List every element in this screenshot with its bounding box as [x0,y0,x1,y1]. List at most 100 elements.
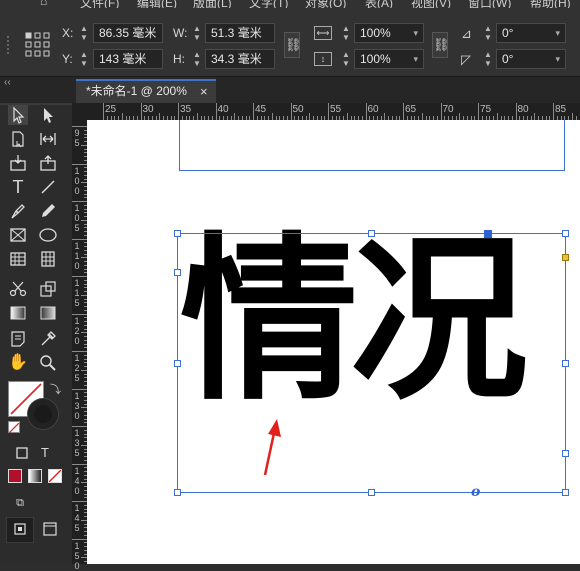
shear-dropdown-icon[interactable]: ▾ [555,50,560,68]
free-transform-tool-icon[interactable] [38,279,58,299]
handle-top-left[interactable] [174,230,181,237]
scale-x-icon: ⟷ [314,26,332,40]
x-label: X: [62,26,74,40]
eyedropper-tool-icon[interactable] [38,329,58,349]
upper-text-frame[interactable] [179,120,565,171]
page-tool-icon[interactable] [8,129,28,149]
menu-file[interactable]: 文件(F) [80,0,119,8]
ruler-h-label: 55 [330,104,342,115]
constrain-proportions-link-icon[interactable]: ⛓ [284,32,302,58]
ruler-h-tick [290,103,292,120]
ruler-h-tick [496,113,498,120]
scale-x-stepper-icon[interactable]: ▲ ▼ [340,24,352,44]
line-tool-icon[interactable] [38,177,58,197]
screen-mode-normal-button[interactable] [6,517,34,543]
content-collector-tool-icon[interactable] [8,153,28,173]
ruler-h-tick [234,113,236,120]
rotate-dropdown-icon[interactable]: ▾ [555,24,560,42]
h-field[interactable]: 34.3 毫米 [205,49,275,69]
h-stepper-icon[interactable]: ▲ ▼ [191,50,203,70]
hand-tool-icon[interactable]: ✋ [8,353,28,373]
apply-gradient-icon[interactable] [28,469,42,483]
menu-layout[interactable]: 版面(L) [193,0,232,8]
direct-selection-tool-icon[interactable] [38,105,58,125]
default-fill-stroke-icon[interactable] [8,421,20,434]
handle-bottom-right[interactable] [562,489,569,496]
panel-grip[interactable] [7,36,13,54]
apply-none-icon[interactable] [48,469,62,483]
ruler-v-label: 145 [74,503,80,533]
selection-tool-icon[interactable] [8,105,28,125]
formatting-text-icon[interactable]: T [35,443,55,463]
gradient-swatch-tool-icon[interactable] [8,303,28,323]
pencil-tool-icon[interactable] [38,201,58,221]
ruler-v-label: 130 [74,390,80,421]
scissors-tool-icon[interactable] [8,279,28,299]
scale-y-stepper-icon[interactable]: ▲ ▼ [340,50,352,70]
rectangle-frame-tool-icon[interactable] [8,225,28,245]
gap-tool-icon[interactable] [38,129,58,149]
ruler-h-tick [140,103,142,120]
handle-top-right[interactable] [562,230,569,237]
ruler-v-tick [72,463,87,465]
screen-mode-menu-icon[interactable] [40,519,60,539]
ellipse-tool-icon[interactable] [38,225,58,245]
ruler-h-tick [534,113,536,120]
scale-y-field[interactable]: 100% ▾ [354,49,424,69]
scale-y-dropdown-icon[interactable]: ▾ [413,50,418,68]
menu-view[interactable]: 视图(V) [411,0,451,8]
handle-bottom-middle[interactable] [368,489,375,496]
menu-window[interactable]: 窗口(W) [468,0,511,8]
swap-fill-stroke-icon[interactable]: ⤵ [50,381,61,397]
handle-bottom-left[interactable] [174,489,181,496]
handle-middle-right[interactable] [562,360,569,367]
menu-edit[interactable]: 编辑(E) [137,0,177,8]
y-field[interactable]: 143 毫米 [93,49,163,69]
x-field[interactable]: 86.35 毫米 [93,23,163,43]
y-stepper-icon[interactable]: ▲ ▼ [78,50,90,70]
out-port[interactable] [562,450,569,457]
menu-help[interactable]: 帮助(H) [530,0,571,8]
handle-top-middle[interactable] [368,230,375,237]
table-tool-icon[interactable] [8,249,28,269]
zoom-tool-icon[interactable] [38,353,58,373]
grid-tool-icon[interactable] [38,249,58,269]
rotate-stepper-icon[interactable]: ▲ ▼ [482,50,494,70]
pen-tool-icon[interactable] [8,201,28,221]
close-tab-icon[interactable]: × [200,81,208,102]
document-tab[interactable]: *未命名-1 @ 200% × [76,79,216,103]
ruler-h-label: 60 [367,104,379,115]
x-stepper-icon[interactable]: ▲ ▼ [78,24,90,44]
app-logo-icon[interactable]: ⌂ [40,0,47,8]
scale-x-dropdown-icon[interactable]: ▾ [413,24,418,42]
w-stepper-icon[interactable]: ▲ ▼ [191,24,203,44]
note-tool-icon[interactable] [8,329,28,349]
stroke-swatch[interactable] [28,399,58,429]
menu-type[interactable]: 文字(T) [249,0,288,8]
shear-field[interactable]: 0° ▾ [496,49,566,69]
shear-stepper-icon[interactable]: ▲ ▼ [482,24,494,44]
formatting-container-icon[interactable] [12,443,32,463]
constrain-scale-link-icon[interactable]: ⛓ [432,32,450,58]
content-grabber-handle[interactable] [484,230,492,238]
handle-middle-left[interactable] [174,360,181,367]
content-placer-tool-icon[interactable] [38,153,58,173]
reference-point-icon[interactable] [25,32,51,58]
ruler-h-tick [103,103,104,120]
w-field[interactable]: 51.3 毫米 [205,23,275,43]
vertical-ruler[interactable]: 95 100 105 110 115 120 125 130 135 140 145 150 [72,120,87,571]
in-port[interactable] [174,269,181,276]
collapse-panel-icon[interactable]: ‹‹ [4,77,11,88]
selected-text-frame[interactable] [177,233,566,493]
live-corner-handle[interactable] [562,254,569,261]
horizontal-ruler[interactable]: 25 30 35 40 45 50 55 60 65 70 75 80 85 [87,103,580,120]
preview-mode-icon[interactable]: ⧉ [10,493,30,513]
menu-object[interactable]: 对象(O) [305,0,346,8]
menu-table[interactable]: 表(A) [365,0,393,8]
scale-x-field[interactable]: 100% ▾ [354,23,424,43]
rotate-field[interactable]: 0° ▾ [496,23,566,43]
apply-color-icon[interactable] [8,469,22,483]
type-tool-icon[interactable]: T [8,177,28,197]
ruler-origin[interactable] [72,103,87,120]
gradient-feather-tool-icon[interactable] [38,303,58,323]
